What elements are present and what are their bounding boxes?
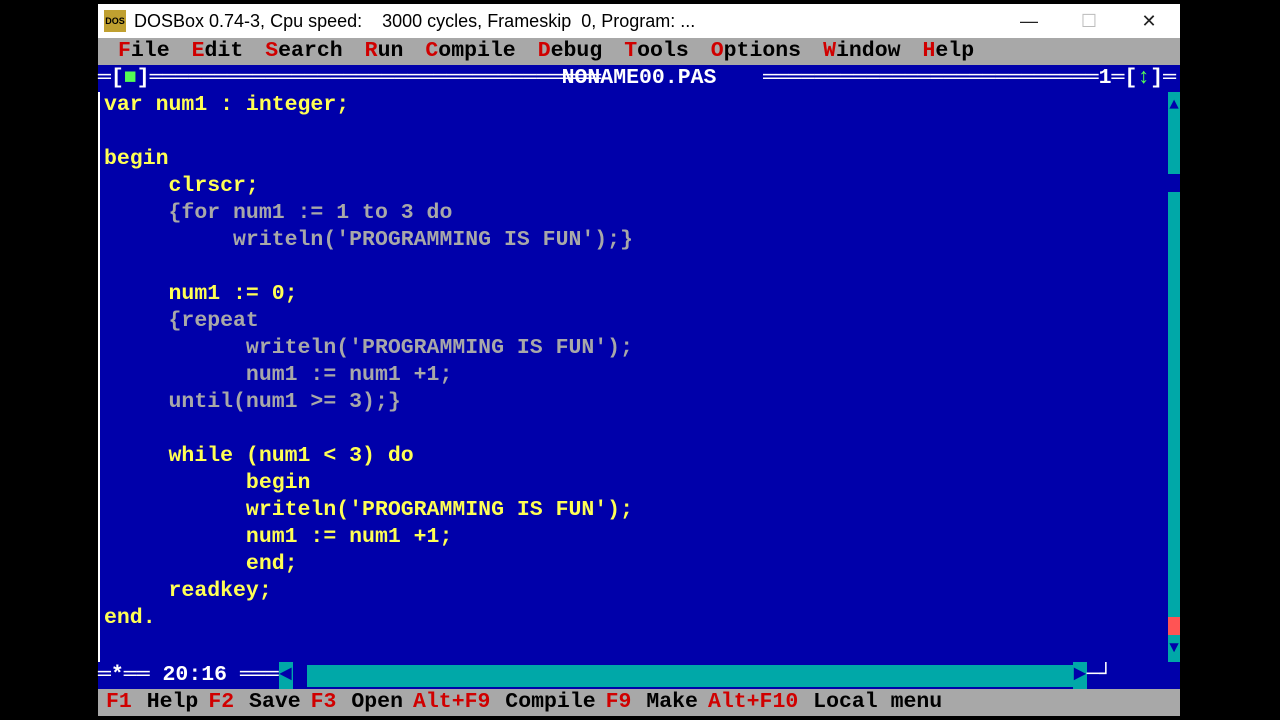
menu-indow[interactable]: Window (823, 38, 900, 65)
scroll-track[interactable] (1168, 119, 1180, 635)
code-line[interactable]: begin (98, 146, 1168, 173)
editor-filename: NONAME00.PAS (549, 65, 730, 92)
menu-elp[interactable]: Help (923, 38, 975, 65)
code-line[interactable]: while (num1 < 3) do (98, 443, 1168, 470)
editor-window: ═[■]═══════════════════════════════════ … (98, 65, 1180, 689)
editor-frame-bottom: ═*══ 20:16 ═══◄►─┘ (98, 662, 1180, 689)
app-window: DOS DOSBox 0.74-3, Cpu speed: 3000 cycle… (98, 4, 1180, 716)
code-line[interactable]: writeln('PROGRAMMING IS FUN');} (98, 227, 1168, 254)
status-alt-f9[interactable]: Alt+F9 Compile (413, 689, 596, 716)
code-line[interactable]: var num1 : integer; (98, 92, 1168, 119)
close-button[interactable]: ✕ (1134, 9, 1164, 33)
window-titlebar[interactable]: DOS DOSBox 0.74-3, Cpu speed: 3000 cycle… (98, 4, 1180, 38)
minimize-button[interactable]: — (1014, 9, 1044, 33)
window-number: 1 (1099, 66, 1112, 90)
menu-dit[interactable]: Edit (192, 38, 244, 65)
scroll-thumb[interactable] (1168, 174, 1180, 192)
scroll-right-icon[interactable]: ► (1073, 662, 1087, 689)
code-line[interactable] (98, 254, 1168, 281)
menu-ompile[interactable]: Compile (425, 38, 515, 65)
menu-earch[interactable]: Search (265, 38, 342, 65)
menu-ools[interactable]: Tools (624, 38, 689, 65)
code-line[interactable]: end; (98, 551, 1168, 578)
status-f1[interactable]: F1 Help (106, 689, 198, 716)
editor-body[interactable]: var num1 : integer; begin clrscr; {for nu… (98, 92, 1168, 662)
code-line[interactable] (98, 416, 1168, 443)
status-bar: F1 Help F2 Save F3 Open Alt+F9 Compile F9 Ma… (98, 689, 1180, 716)
window-title: DOSBox 0.74-3, Cpu speed: 3000 cycles, F… (134, 11, 1014, 32)
code-line[interactable]: num1 := 0; (98, 281, 1168, 308)
scroll-down-icon[interactable]: ▼ (1168, 635, 1180, 662)
status-f9[interactable]: F9 Make (606, 689, 698, 716)
editor-frame-top: ═[■]═══════════════════════════════════ … (98, 65, 1180, 92)
menu-ptions[interactable]: Options (711, 38, 801, 65)
code-line[interactable]: {for num1 := 1 to 3 do (98, 200, 1168, 227)
hscroll-thumb[interactable] (293, 665, 307, 687)
code-line[interactable]: num1 := num1 +1; (98, 362, 1168, 389)
code-line[interactable]: writeln('PROGRAMMING IS FUN'); (98, 335, 1168, 362)
code-line[interactable]: writeln('PROGRAMMING IS FUN'); (98, 497, 1168, 524)
status-f3[interactable]: F3 Open (311, 689, 403, 716)
dos-screen: File Edit Search Run Compile Debug Tools Option… (98, 38, 1180, 716)
menu-ebug[interactable]: Debug (538, 38, 603, 65)
cursor-position: 20:16 (150, 662, 240, 689)
menu-un[interactable]: Run (365, 38, 404, 65)
code-line[interactable] (98, 119, 1168, 146)
hscroll-track[interactable] (293, 665, 1073, 687)
menu-bar[interactable]: File Edit Search Run Compile Debug Tools Option… (98, 38, 1180, 65)
scroll-up-icon[interactable]: ▲ (1168, 92, 1180, 119)
code-line[interactable]: begin (98, 470, 1168, 497)
scroll-left-icon[interactable]: ◄ (279, 662, 293, 689)
code-line[interactable]: {repeat (98, 308, 1168, 335)
scroll-marker (1168, 617, 1180, 635)
maximize-button[interactable]: ☐ (1074, 9, 1104, 33)
app-icon: DOS (104, 10, 126, 32)
menu-ile[interactable]: File (118, 38, 170, 65)
code-line[interactable]: clrscr; (98, 173, 1168, 200)
vertical-scrollbar[interactable]: ▲ ▼ (1168, 92, 1180, 662)
code-line[interactable]: until(num1 >= 3);} (98, 389, 1168, 416)
code-line[interactable]: num1 := num1 +1; (98, 524, 1168, 551)
code-line[interactable]: readkey; (98, 578, 1168, 605)
status-alt-f10[interactable]: Alt+F10 Local menu (708, 689, 942, 716)
status-f2[interactable]: F2 Save (208, 689, 300, 716)
code-line[interactable]: end. (98, 605, 1168, 632)
